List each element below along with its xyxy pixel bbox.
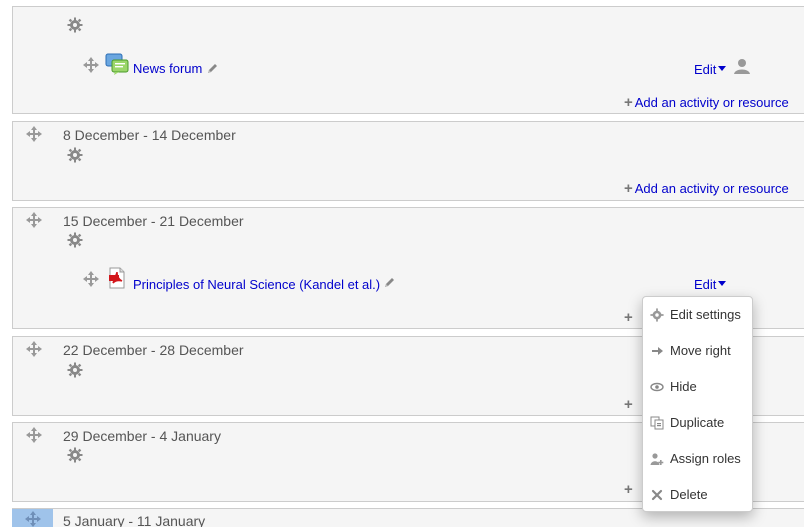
plus-icon: + [624,180,633,197]
move-icon[interactable] [24,510,42,527]
move-icon[interactable] [82,270,100,288]
news-forum-link[interactable]: News forum [133,61,202,76]
add-activity-link[interactable]: + Add an activity or resource [624,94,789,111]
arrow-right-icon [650,344,664,358]
assign-roles-icon [650,452,664,466]
menu-item-duplicate[interactable]: Duplicate [643,406,752,440]
caret-down-icon [718,281,727,287]
delete-icon [650,488,664,502]
section-title[interactable]: 22 December - 28 December [63,342,244,358]
menu-item-label: Duplicate [670,415,725,430]
move-icon[interactable] [82,56,100,74]
course-page: News forum Edit + Add an activity or reso… [0,0,804,527]
gear-icon[interactable] [67,447,83,463]
menu-item-edit-settings[interactable]: Edit settings [643,298,752,332]
move-icon[interactable] [25,211,43,229]
move-icon[interactable] [25,125,43,143]
plus-icon: + [624,309,633,326]
forum-icon [105,53,129,75]
gear-icon[interactable] [67,147,83,163]
section-title[interactable]: 8 December - 14 December [63,127,236,143]
move-icon[interactable] [25,426,43,444]
menu-item-hide[interactable]: Hide [643,370,752,404]
menu-item-label: Assign roles [670,451,741,466]
duplicate-icon [650,416,664,430]
edit-menu-toggle[interactable]: Edit [694,62,727,77]
section-title[interactable]: 29 December - 4 January [63,428,221,444]
pdf-resource-link[interactable]: Principles of Neural Science (Kandel et … [133,277,380,292]
menu-item-label: Delete [670,487,708,502]
eye-icon [650,380,664,394]
menu-item-move-right[interactable]: Move right [643,334,752,368]
pencil-icon[interactable] [206,62,219,75]
section-general: News forum Edit + Add an activity or reso… [12,6,804,114]
gear-icon[interactable] [67,232,83,248]
gear-icon [650,308,664,322]
section-title[interactable]: 15 December - 21 December [63,213,244,229]
menu-item-assign-roles[interactable]: Assign roles [643,442,752,476]
edit-dropdown-menu: Edit settings Move right Hide Duplicate … [642,296,753,512]
menu-item-delete[interactable]: Delete [643,478,752,512]
menu-item-label: Hide [670,379,697,394]
pencil-icon[interactable] [383,276,396,289]
section-title[interactable]: 5 January - 11 January [63,513,205,527]
gear-icon[interactable] [67,17,83,33]
gear-icon[interactable] [67,362,83,378]
edit-menu-toggle[interactable]: Edit [694,277,727,292]
plus-icon: + [624,94,633,111]
move-icon[interactable] [25,340,43,358]
plus-icon: + [624,481,633,498]
menu-item-label: Edit settings [670,307,741,322]
pdf-icon [108,267,126,289]
add-activity-link[interactable]: + Add an activity or resource [624,180,789,197]
plus-icon: + [624,396,633,413]
user-icon[interactable] [733,57,751,75]
menu-item-label: Move right [670,343,731,358]
section-week-1: 8 December - 14 December + Add an activit… [12,121,804,201]
caret-down-icon [718,66,727,72]
move-handle-highlighted[interactable] [12,509,53,527]
